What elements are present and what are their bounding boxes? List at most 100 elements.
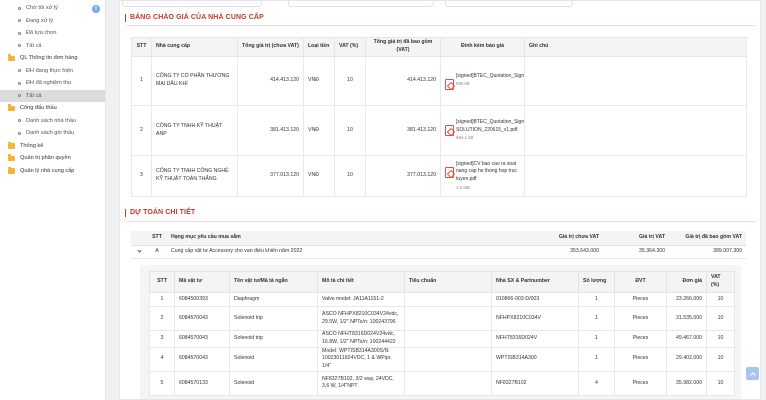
pdf-file-icon [445, 124, 454, 136]
quote-attachment[interactable]: [signed]BTEC_Quotation_Signflow_OnPrimes… [440, 105, 525, 156]
items-header-unit: ĐVT [614, 271, 667, 293]
bullet-icon [18, 44, 21, 48]
estimate-header-vat: Giá trị VAT [603, 231, 669, 246]
item-unit: Pieces [614, 346, 667, 372]
quote-supplier: CÔNG TY TNHH KỸ THUẬT ANP [151, 105, 238, 156]
items-header-price: Đơn giá [666, 271, 707, 293]
item-unit: Pieces [614, 292, 667, 307]
attachment-file-link[interactable]: [signed]BTEC_Quotation_Signflow_OnPrimes… [456, 119, 524, 135]
estimate-header-total: Giá trị đã bao gồm VAT [669, 231, 746, 246]
sidebar-item-label: Đã lựa chọn [26, 30, 57, 37]
quotes-header-row: STT Nhà cung cấp Tổng giá trị (chưa VAT)… [131, 37, 747, 57]
pdf-file-icon [445, 166, 454, 178]
bullet-icon [18, 119, 21, 123]
scroll-to-top-button[interactable] [746, 367, 759, 380]
items-header-row: STT Mã vật tư Tên vật tư/Mã tả ngắn Mô t… [149, 271, 735, 293]
item-vat: 10 [706, 346, 735, 372]
sidebar-item-label: Công đấu thầu [20, 105, 57, 112]
items-panel: STT Mã vật tư Tên vật tư/Mã tả ngắn Mô t… [140, 265, 741, 399]
estimate-header-value: Giá trị chưa VAT [537, 231, 603, 246]
quote-stt: 2 [131, 105, 152, 156]
folder-icon [8, 54, 15, 61]
quote-attachment[interactable]: [signed]BTEC_Quotation_Signflow_OnPrimes… [440, 56, 525, 106]
estimate-header-stt: STT [147, 231, 167, 246]
item-standard [404, 306, 492, 331]
estimate-section-divider [127, 221, 755, 222]
sidebar-item[interactable]: Đã lựa chọn [0, 27, 105, 40]
pdf-file-icon [445, 78, 454, 90]
chevron-up-icon [749, 371, 756, 378]
quote-vat: 10 [334, 155, 366, 197]
quote-note [524, 105, 747, 156]
count-badge: 0 [92, 4, 100, 13]
item-standard [404, 292, 492, 307]
bullet-icon [18, 131, 21, 135]
sidebar-item[interactable]: Công đấu thầu [0, 102, 105, 115]
bullet-icon [18, 94, 21, 98]
quote-currency: VNĐ [303, 155, 335, 197]
attachment-file-link[interactable]: [signed]BTEC_Quotation_Signflow_OnPrimes… [456, 73, 524, 81]
sidebar-item[interactable]: Chờ tôi xử lý 0 [0, 2, 105, 15]
attachment-file-link[interactable]: [signed]CV bao cao ra soat nang cap he t… [456, 161, 520, 184]
item-desc: ASCO NFHPX8210C034V24vdc, 29.5W, 1/2" NP… [317, 306, 405, 331]
attachment-file-size: 694.1 kB [456, 135, 474, 141]
item-stt: 2 [149, 306, 175, 331]
folder-icon [8, 141, 15, 149]
item-name: Solenoid trip [229, 306, 318, 331]
sidebar-item[interactable]: Tất cả [0, 89, 105, 102]
item-standard [404, 330, 492, 348]
item-stt: 4 [149, 346, 175, 372]
item-desc: Model: WPTISB314A300S/N: 10023011824VDC,… [317, 346, 405, 372]
top-tab-right[interactable] [445, 1, 573, 7]
sidebar-item-label: Quản trị phân quyền [20, 155, 71, 162]
top-tab-left[interactable] [122, 1, 262, 7]
bullet-icon [18, 69, 21, 73]
items-header-qty: Số lượng [578, 271, 615, 293]
item-price: 31.535.000 [666, 306, 707, 331]
item-stt: 1 [149, 292, 175, 307]
sidebar-item-label: Tất cả [26, 42, 42, 49]
sidebar-item-label: Tất cả [26, 92, 42, 99]
item-row: 5 6084570133 Solenoid NF8327B102, 3/2 way, … [149, 370, 735, 396]
sidebar-item[interactable]: Danh sách nhà thầu [0, 115, 105, 128]
item-maker: NFHPX8210C034V [491, 306, 579, 331]
bullet-icon [18, 19, 21, 23]
sidebar-item-label: Đang xử lý [26, 17, 54, 24]
item-stt: 5 [149, 370, 175, 396]
sidebar-item[interactable]: Danh sách gói thầu [0, 127, 105, 140]
items-header-std: Tiêu chuẩn [404, 271, 492, 293]
sidebar-item[interactable]: Tất cả [0, 40, 105, 53]
sidebar-item[interactable]: ĐH đang thực hiện [0, 65, 105, 78]
quotes-header-vat: VAT (%) [334, 37, 366, 57]
bullet-icon [18, 6, 21, 10]
sidebar-item[interactable]: ĐH đã nghiệm thu [0, 77, 105, 90]
quote-stt: 1 [131, 56, 152, 106]
sidebar-item[interactable]: Thống kê [0, 140, 105, 153]
item-qty: 4 [578, 370, 615, 396]
quote-attachment[interactable]: [signed]CV bao cao ra soat nang cap he t… [440, 155, 525, 197]
quote-currency: VNĐ [303, 105, 335, 156]
sidebar-item[interactable]: QL Thông tin đơn hàng [0, 52, 105, 65]
quote-currency: VNĐ [303, 56, 335, 106]
quote-vat: 10 [334, 105, 366, 156]
quote-total: 414.413.120 [237, 56, 304, 106]
item-unit: Pieces [614, 306, 667, 331]
items-header-maker: Nhà SX & Partnumber [491, 271, 579, 293]
top-tab-middle[interactable] [288, 1, 434, 7]
item-maker: NFHT8316D024V [491, 330, 579, 348]
group-value: 353.643.000 [537, 245, 603, 259]
items-header-desc: Mô tả chi tiết [317, 271, 405, 293]
quotes-header-total-vat: Tổng giá trị đã bao gồm (VAT) [365, 37, 441, 57]
quote-vat: 10 [334, 56, 366, 106]
item-unit: Pieces [614, 330, 667, 348]
quote-row: 3 CÔNG TY TNHH CÔNG NGHỆ KỸ THUẬT TOÀN TH… [131, 155, 747, 197]
group-toggle[interactable] [131, 245, 147, 259]
sidebar-item[interactable]: Quản lý nhà cung cấp [0, 165, 105, 178]
sidebar-item[interactable]: Quản trị phân quyền [0, 152, 105, 165]
sidebar-item[interactable]: Đang xử lý [0, 15, 105, 28]
group-name: Cung cấp vật tư Accessory cho van điều k… [167, 245, 537, 259]
item-row: 1 6084500393 Diaphragm Valve model: JA11A11… [149, 292, 735, 307]
quotes-header-supplier: Nhà cung cấp [151, 37, 238, 57]
item-vat: 10 [706, 306, 735, 331]
estimate-group-row[interactable]: A Cung cấp vật tư Accessory cho van điều… [131, 245, 746, 259]
